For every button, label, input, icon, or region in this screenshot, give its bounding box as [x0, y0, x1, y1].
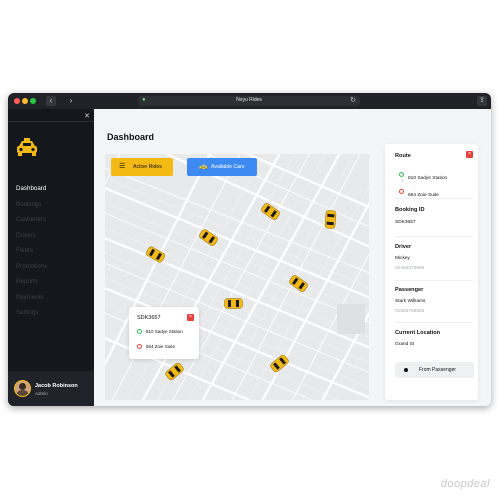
user-name: Jacob Robinson [35, 383, 78, 389]
active-rides-label: Active Rides [133, 164, 162, 170]
map-view[interactable]: ☰ Active Rides 🚕 Available Cars SDK3657 … [105, 154, 369, 400]
dropoff-marker-icon [137, 344, 142, 350]
close-icon[interactable]: ✕ [84, 112, 90, 120]
driver-name: Mickey [395, 256, 410, 261]
ride-details-panel: × Route 810 Sadye Station 664 Zoie Suite… [385, 144, 478, 400]
route-from-text: 810 Sadye Station [408, 176, 448, 181]
passenger-heading: Passenger [395, 287, 424, 293]
street-map [105, 154, 369, 400]
address-bar[interactable]: ● Noyu Rides ↻ [138, 96, 360, 106]
passenger-name: Stark Williams [395, 299, 426, 304]
from-passenger-button[interactable]: From Passenger [395, 362, 474, 378]
sidebar-item-drivers[interactable]: Drivers [16, 228, 47, 244]
location-heading: Current Location [395, 330, 441, 336]
sidebar-item-settings[interactable]: Settings [16, 305, 47, 321]
browser-window: ‹ › ● Noyu Rides ↻ ⇪ ✕ Dashboard Booking… [8, 93, 491, 406]
user-profile[interactable]: Jacob Robinson Admin [8, 371, 94, 406]
popup-route-from: 810 Sadye Station [137, 329, 183, 335]
divider [395, 198, 473, 199]
driver-heading: Driver [395, 244, 412, 250]
from-passenger-label: From Passenger [419, 367, 456, 373]
back-icon[interactable]: ‹ [46, 96, 56, 106]
sidebar-item-bookings[interactable]: Bookings [16, 197, 47, 213]
sidebar: ✕ Dashboard Bookings Customers Drivers F… [8, 109, 94, 406]
car-icon: 🚕 [199, 163, 208, 170]
location-section: Current Location Grand St [395, 330, 473, 347]
available-cars-button[interactable]: 🚕 Available Cars [187, 158, 257, 176]
booking-id-value: SDK3657 [395, 220, 416, 225]
popup-to-text: 664 Zoie Suite [146, 344, 176, 349]
taxi-icon[interactable] [324, 210, 337, 230]
minimize-window-button[interactable] [22, 98, 28, 104]
divider [395, 322, 473, 323]
sidebar-item-promotions[interactable]: Promotions [16, 259, 47, 275]
driver-section: Driver Mickey 01465374865 [395, 244, 473, 271]
active-rides-button[interactable]: ☰ Active Rides [111, 158, 173, 176]
main-content: Dashboard ☰ Active Rides 🚕 Available Car… [94, 109, 491, 406]
route-connector [402, 173, 404, 182]
page-title: Dashboard [107, 132, 155, 142]
popup-route-to: 664 Zoie Suite [137, 344, 176, 350]
popup-booking-id: SDK3657 [137, 315, 161, 321]
passenger-phone: 01565758665 [395, 309, 425, 314]
user-role: Admin [35, 391, 48, 396]
browser-titlebar: ‹ › ● Noyu Rides ↻ ⇪ [8, 93, 491, 109]
sidebar-item-customers[interactable]: Customers [16, 212, 47, 228]
forward-icon[interactable]: › [66, 96, 76, 106]
sidebar-menu: Dashboard Bookings Customers Drivers Fle… [16, 181, 47, 321]
sidebar-divider [8, 121, 94, 122]
close-icon[interactable]: × [187, 314, 194, 321]
page-tab-title: Noyu Rides [236, 97, 262, 103]
route-heading: Route [395, 153, 411, 159]
sidebar-item-dashboard[interactable]: Dashboard [16, 181, 47, 197]
ride-popup: SDK3657 × 810 Sadye Station 664 Zoie Sui… [129, 307, 199, 359]
booking-section: Booking ID SDK3657 [395, 207, 473, 225]
driver-phone: 01465374865 [395, 266, 425, 271]
dropoff-marker-icon [399, 189, 404, 195]
sidebar-item-reports[interactable]: Reports [16, 274, 47, 290]
list-icon: ☰ [119, 163, 126, 170]
location-value: Grand St [395, 342, 415, 347]
sidebar-item-payments[interactable]: Payments [16, 290, 47, 306]
route-section: Route [395, 153, 473, 159]
sidebar-item-fleets[interactable]: Fleets [16, 243, 47, 259]
close-window-button[interactable] [14, 98, 20, 104]
pickup-marker-icon [137, 329, 142, 335]
booking-id-heading: Booking ID [395, 207, 425, 213]
reload-icon[interactable]: ↻ [350, 96, 356, 104]
taxi-icon[interactable] [224, 298, 243, 309]
route-from: 810 Sadye Station [399, 166, 477, 184]
maximize-window-button[interactable] [30, 98, 36, 104]
divider [395, 236, 473, 237]
available-cars-label: Available Cars [211, 164, 245, 170]
share-icon[interactable]: ⇪ [477, 96, 487, 106]
watermark: doopdeal [440, 478, 490, 490]
taxi-logo-icon [17, 138, 37, 156]
passenger-section: Passenger Stark Williams 01565758665 [395, 287, 473, 314]
dot-icon [404, 368, 408, 372]
avatar [14, 380, 31, 397]
divider [395, 280, 473, 281]
popup-from-text: 810 Sadye Station [146, 329, 183, 334]
